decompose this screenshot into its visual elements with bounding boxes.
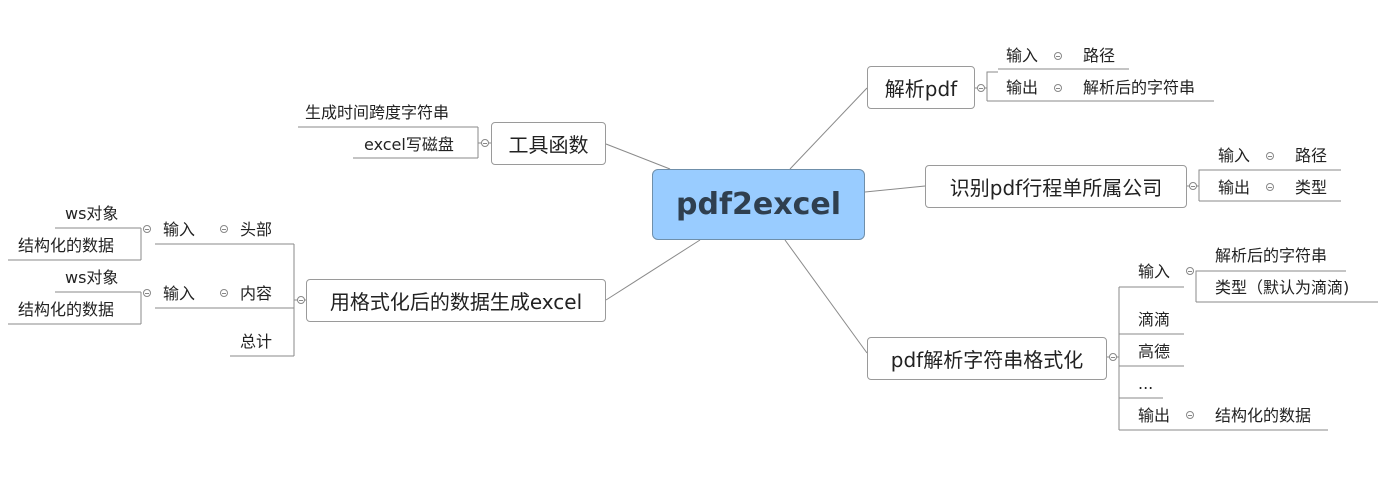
central-topic[interactable]: pdf2excel xyxy=(652,169,865,240)
format-output-value: 结构化的数据 xyxy=(1215,406,1312,425)
connector-lines xyxy=(8,68,1378,431)
collapse-icon[interactable] xyxy=(977,84,985,92)
header-input-ws: ws对象 xyxy=(65,204,119,223)
format-input-label: 输入 xyxy=(1138,262,1171,281)
format-item-more: ... xyxy=(1138,374,1154,393)
collapse-icon[interactable] xyxy=(1054,84,1062,92)
header-input-data: 结构化的数据 xyxy=(18,236,115,255)
collapse-icon[interactable] xyxy=(1186,267,1194,275)
content-input-label: 输入 xyxy=(163,284,196,303)
parse-pdf-output-value: 解析后的字符串 xyxy=(1083,78,1196,97)
collapse-icon[interactable] xyxy=(143,225,151,233)
topic-tool-functions[interactable]: 工具函数 xyxy=(491,122,606,165)
topic-identify-company[interactable]: 识别pdf行程单所属公司 xyxy=(925,165,1187,208)
collapse-icon[interactable] xyxy=(1266,152,1274,160)
generate-header-label: 头部 xyxy=(240,220,273,239)
collapse-icon[interactable] xyxy=(1186,411,1194,419)
format-item-gaode: 高德 xyxy=(1138,342,1171,361)
collapse-icon[interactable] xyxy=(143,289,151,297)
topic-format-string[interactable]: pdf解析字符串格式化 xyxy=(867,337,1107,380)
collapse-icon[interactable] xyxy=(1266,183,1274,191)
generate-total-label: 总计 xyxy=(240,332,273,351)
collapse-icon[interactable] xyxy=(297,296,305,304)
content-input-data: 结构化的数据 xyxy=(18,300,115,319)
header-input-label: 输入 xyxy=(163,220,196,239)
content-input-ws: ws对象 xyxy=(65,268,119,287)
collapse-icon[interactable] xyxy=(1109,353,1117,361)
format-input-value-1: 解析后的字符串 xyxy=(1215,246,1328,265)
parse-pdf-input-label: 输入 xyxy=(1006,46,1039,65)
tool-item-excel-write: excel写磁盘 xyxy=(364,135,454,154)
tool-item-time-span: 生成时间跨度字符串 xyxy=(305,103,450,122)
identify-input-value: 路径 xyxy=(1295,146,1328,165)
collapse-icon[interactable] xyxy=(220,289,228,297)
format-item-didi: 滴滴 xyxy=(1138,310,1171,329)
collapse-icon[interactable] xyxy=(220,225,228,233)
format-input-value-2: 类型（默认为滴滴) xyxy=(1215,278,1350,297)
parse-pdf-output-label: 输出 xyxy=(1006,78,1039,97)
collapse-icon[interactable] xyxy=(1054,52,1062,60)
collapse-icon[interactable] xyxy=(1189,182,1197,190)
collapse-icon[interactable] xyxy=(481,139,489,147)
identify-output-label: 输出 xyxy=(1218,178,1251,197)
parse-pdf-input-value: 路径 xyxy=(1083,46,1116,65)
topic-generate-excel[interactable]: 用格式化后的数据生成excel xyxy=(306,279,606,322)
topic-parse-pdf[interactable]: 解析pdf xyxy=(867,66,975,109)
format-output-label: 输出 xyxy=(1138,406,1171,425)
identify-input-label: 输入 xyxy=(1218,146,1251,165)
identify-output-value: 类型 xyxy=(1295,178,1328,197)
generate-content-label: 内容 xyxy=(240,284,273,303)
